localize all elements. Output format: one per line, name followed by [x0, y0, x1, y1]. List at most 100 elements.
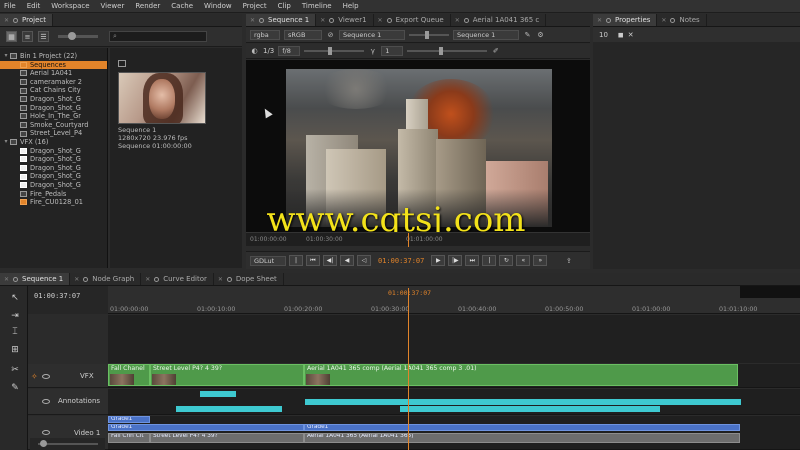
tree-item[interactable]: Dragon_Shot_G — [0, 95, 107, 104]
rewind-button[interactable]: « — [516, 255, 531, 266]
tab-project[interactable]: ✕ Project — [0, 14, 53, 26]
grade-clip-2[interactable]: Grade1 — [108, 424, 304, 431]
slip-tool-icon[interactable]: ⊞ — [9, 344, 21, 356]
eyedropper-icon[interactable]: ✐ — [491, 47, 500, 56]
close-icon[interactable]: ✕ — [4, 17, 9, 24]
tree-item[interactable]: ▾ VFX (16) — [0, 138, 107, 147]
grade-clip-1[interactable]: Grade1 — [108, 416, 150, 423]
timeline-playhead[interactable] — [408, 288, 409, 450]
close-icon[interactable]: ✕ — [74, 276, 79, 283]
go-to-start-button[interactable]: ⏮ — [306, 255, 320, 266]
tab-properties[interactable]: ✕ Properties — [593, 14, 658, 26]
settings-icon[interactable]: ⚙ — [536, 30, 545, 39]
tree-item[interactable]: Dragon_Shot_G — [0, 155, 107, 164]
menu-item-workspace[interactable]: Workspace — [51, 2, 89, 10]
tree-item[interactable]: Dragon_Shot_G — [0, 147, 107, 156]
twist-icon[interactable]: ▾ — [2, 138, 10, 147]
menu-item-file[interactable]: File — [4, 2, 16, 10]
fast-forward-button[interactable]: » — [533, 255, 548, 266]
annotation-2[interactable] — [176, 406, 282, 412]
tab-dope-sheet[interactable]: ✕ Dope Sheet — [214, 273, 284, 285]
tree-item[interactable]: Dragon_Shot_G — [0, 181, 107, 190]
tab-sequence-1[interactable]: ✕ Sequence 1 — [246, 14, 317, 26]
menu-item-help[interactable]: Help — [343, 2, 359, 10]
lock-icon[interactable]: ✧ — [31, 372, 38, 381]
menu-item-window[interactable]: Window — [204, 2, 232, 10]
tree-item[interactable]: Dragon_Shot_G — [0, 104, 107, 113]
tab-viewer1[interactable]: ✕ Viewer1 — [316, 14, 374, 26]
annotation-4[interactable] — [400, 406, 660, 412]
gain-field[interactable]: f/8 — [278, 46, 301, 56]
detail-view-icon[interactable]: ☰ — [38, 31, 49, 42]
colorspace-select[interactable]: sRGB — [284, 29, 322, 40]
node-icon[interactable]: ◼ — [618, 31, 624, 39]
sequence-thumbnail[interactable] — [118, 72, 206, 124]
step-forward-button[interactable]: |▶ — [448, 255, 463, 266]
video-clip-3[interactable]: Aerial 1A041 365 (Aerial 1A041 365) — [304, 433, 740, 443]
close-icon[interactable]: ✕ — [378, 17, 383, 24]
pencil-icon[interactable]: ✎ — [523, 30, 532, 39]
play-button[interactable]: ▶ — [431, 255, 446, 266]
clear-icon[interactable]: ✕ — [628, 31, 634, 39]
go-to-end-button[interactable]: ⏭ — [465, 255, 480, 266]
close-icon[interactable]: ✕ — [4, 276, 9, 283]
razor-tool-icon[interactable]: ✂ — [9, 364, 21, 376]
close-icon[interactable]: ✕ — [250, 17, 255, 24]
close-icon[interactable]: ✕ — [320, 17, 325, 24]
tab-node-graph[interactable]: ✕ Node Graph — [70, 273, 142, 285]
tree-item[interactable]: Street_Level_P4 — [0, 129, 107, 138]
tree-item[interactable]: Hole_In_The_Gr — [0, 112, 107, 121]
menu-item-clip[interactable]: Clip — [278, 2, 291, 10]
twist-icon[interactable]: ▾ — [2, 52, 10, 61]
tree-item[interactable]: Dragon_Shot_G — [0, 164, 107, 173]
eye-icon[interactable] — [42, 430, 50, 435]
gain-slider[interactable] — [304, 47, 365, 55]
grid-view-icon[interactable]: ▦ — [6, 31, 17, 42]
thumbnail-size-slider[interactable] — [58, 32, 98, 40]
input-b-select[interactable]: Sequence 1 — [453, 29, 519, 40]
clip-vfx-1[interactable]: Fall Chanel — [108, 364, 150, 386]
export-icon[interactable]: ⇪ — [564, 256, 573, 265]
grade-clip-3[interactable]: Grade1 — [304, 424, 740, 431]
menu-item-timeline[interactable]: Timeline — [302, 2, 332, 10]
gamma-field[interactable]: 1 — [381, 46, 404, 56]
gamma-slider[interactable] — [407, 47, 488, 55]
tab-sequence-1[interactable]: ✕ Sequence 1 — [0, 273, 71, 285]
tree-item[interactable]: ▾ Bin 1 Project (22) — [0, 52, 107, 61]
gain-icon[interactable]: ◐ — [250, 47, 259, 56]
viewer-playhead[interactable] — [408, 233, 409, 247]
tree-item[interactable]: Smoke_Courtyard — [0, 121, 107, 130]
close-icon[interactable]: ✕ — [218, 276, 223, 283]
trim-tool-icon[interactable]: ⌶ — [9, 326, 21, 338]
tab-aerial-1a041-365-c[interactable]: ✕ Aerial 1A041 365 c — [451, 14, 547, 26]
close-icon[interactable]: ✕ — [661, 17, 666, 24]
tree-item[interactable]: Cat Chains City — [0, 86, 107, 95]
lut-select[interactable]: GDLut — [250, 255, 286, 266]
timeline-zoom-slider[interactable] — [30, 438, 105, 450]
step-back-button[interactable]: ◀| — [323, 255, 337, 266]
move-tool-icon[interactable]: ⇥ — [9, 310, 21, 322]
input-a-select[interactable]: Sequence 1 — [339, 29, 405, 40]
eye-icon[interactable] — [42, 399, 50, 404]
menu-item-edit[interactable]: Edit — [27, 2, 41, 10]
tree-item[interactable]: Fire_CU0128_01 — [0, 198, 107, 207]
video-clip-2[interactable]: Street Level P4? 4 39? — [150, 433, 304, 443]
tree-item[interactable]: Sequences — [0, 60, 107, 70]
annotation-1[interactable] — [200, 391, 236, 397]
tree-item[interactable]: Fire_Pedals — [0, 190, 107, 199]
timeline-ruler[interactable]: 01:00:00:00 01:00:10:00 01:00:20:00 01:00:3… — [108, 286, 800, 314]
tab-export-queue[interactable]: ✕ Export Queue — [374, 14, 451, 26]
track-header-vfx[interactable]: VFX — [28, 364, 108, 388]
viewer-timecode[interactable]: 01:00:37:07 — [378, 257, 424, 265]
in-point-button[interactable]: | — [289, 255, 303, 266]
tab-notes[interactable]: ✕ Notes — [657, 14, 707, 26]
gamma-icon[interactable]: γ — [368, 47, 377, 56]
zoom-value[interactable]: 1/3 — [263, 47, 274, 55]
loop-button[interactable]: ↻ — [499, 255, 514, 266]
annotation-3[interactable] — [305, 399, 741, 405]
channels-select[interactable]: rgba — [250, 29, 280, 40]
list-view-icon[interactable]: ≡ — [22, 31, 33, 42]
menu-item-viewer[interactable]: Viewer — [101, 2, 125, 10]
prev-frame-button[interactable]: ◁ — [357, 255, 371, 266]
select-tool-icon[interactable]: ↖ — [9, 292, 21, 304]
